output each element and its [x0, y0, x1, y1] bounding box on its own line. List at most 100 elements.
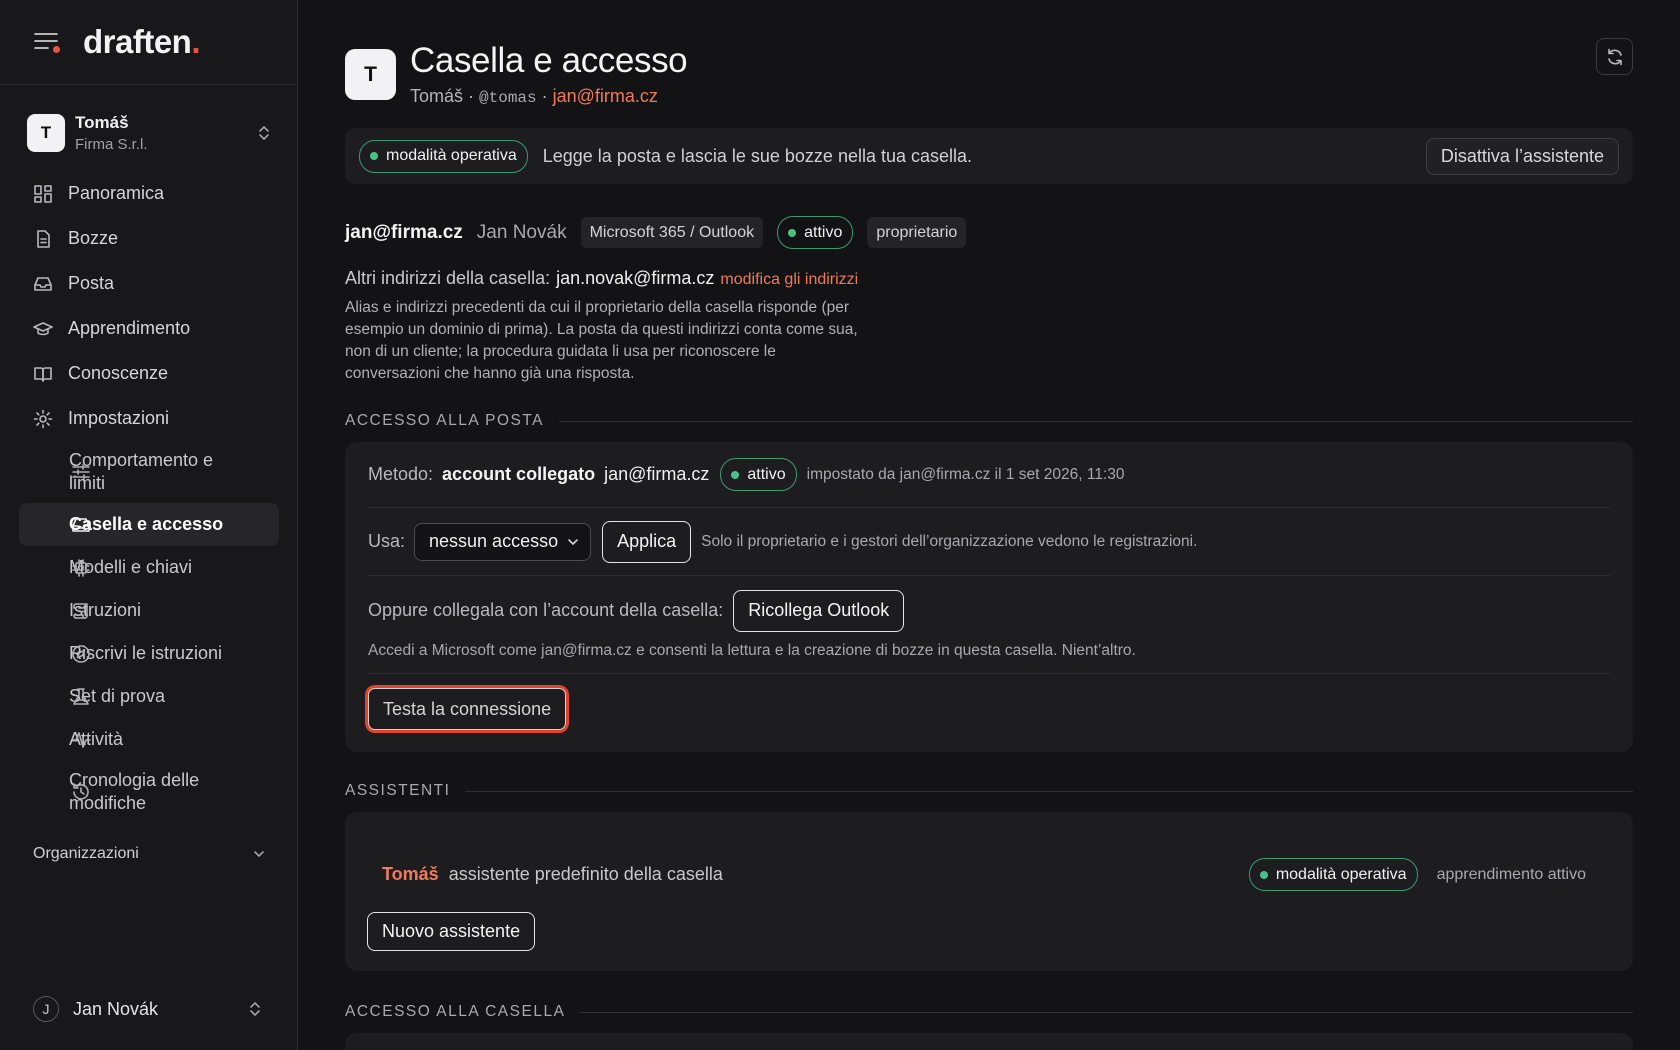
- status-badge: modalità operativa: [359, 139, 528, 173]
- status-badge: attivo: [777, 216, 854, 249]
- mailbox-summary: jan@firma.cz Jan Novák Microsoft 365 / O…: [345, 216, 1633, 249]
- user-avatar: J: [33, 996, 59, 1022]
- inbox-icon: [71, 515, 91, 535]
- mailbox-access-card: [345, 1033, 1633, 1050]
- workspace-name: Tomáš: [75, 113, 129, 132]
- use-label: Usa:: [368, 531, 406, 551]
- header-handle: @tomas: [479, 89, 537, 107]
- apply-button[interactable]: Applica: [602, 520, 692, 563]
- sub-item-comportamento[interactable]: Comportamento e limiti: [19, 441, 279, 503]
- refresh-button[interactable]: [1596, 38, 1633, 75]
- assistants-card: Tomáš assistente predefinito della casel…: [345, 812, 1633, 971]
- flask-icon: [71, 687, 91, 707]
- method-value: account collegato: [442, 464, 596, 484]
- menu-icon[interactable]: [33, 31, 60, 53]
- reconnect-label: Oppure collegala con l’account della cas…: [368, 600, 724, 620]
- sub-item-set-di-prova[interactable]: Set di prova: [19, 675, 279, 718]
- sub-item-label: Comportamento e limiti: [69, 450, 214, 493]
- method-row: Metodo: account collegato jan@firma.cz a…: [368, 442, 1610, 508]
- status-dot: [731, 470, 740, 479]
- mailbox-aliases: Altri indirizzi della casella: jan.novak@…: [345, 268, 1633, 289]
- chevrons-up-down-icon: [247, 999, 263, 1019]
- section-divider: [559, 420, 1633, 422]
- sidebar: draften. T Tomáš Firma S.r.l. Panoramica…: [0, 0, 298, 1050]
- sub-item-riscrivi[interactable]: Riscrivi le istruzioni: [19, 632, 279, 675]
- organizations-toggle[interactable]: Organizzazioni: [33, 845, 266, 863]
- mailbox-email: jan@firma.cz: [345, 221, 463, 243]
- header-avatar: T: [345, 49, 396, 100]
- access-select[interactable]: nessun accesso: [414, 522, 592, 561]
- brand-logo[interactable]: draften.: [83, 23, 200, 61]
- user-menu[interactable]: J Jan Novák: [33, 996, 263, 1022]
- status-dot: [370, 152, 378, 160]
- nav-item-panoramica[interactable]: Panoramica: [0, 171, 297, 216]
- brand-row: draften.: [0, 0, 297, 85]
- nav-item-impostazioni[interactable]: Impostazioni: [0, 396, 297, 441]
- scroll-icon: [71, 601, 91, 621]
- page-title: Casella e accesso: [410, 41, 688, 80]
- gear-icon: [33, 409, 53, 429]
- status-dot: [1259, 870, 1268, 879]
- nav-label: Posta: [68, 273, 115, 293]
- nav-label: Conoscenze: [68, 363, 169, 383]
- chevron-down-icon: [252, 847, 266, 861]
- nav-item-bozze[interactable]: Bozze: [0, 216, 297, 261]
- sub-item-casella[interactable]: Casella e accesso: [19, 503, 279, 546]
- section-mail-access: ACCESSO ALLA POSTA: [345, 412, 1633, 430]
- method-label: Metodo:: [368, 464, 434, 484]
- disable-assistant-button[interactable]: Disattiva l’assistente: [1425, 137, 1619, 175]
- chevrons-up-down-icon: [256, 123, 272, 143]
- test-row: Testa la connessione: [368, 674, 1610, 744]
- sub-item-istruzioni[interactable]: Istruzioni: [19, 589, 279, 632]
- nav-item-conoscenze[interactable]: Conoscenze: [0, 351, 297, 396]
- banner-text: Legge la posta e lascia le sue bozze nel…: [542, 145, 973, 166]
- sub-item-modelli[interactable]: Modelli e chiavi: [19, 546, 279, 589]
- sub-item-label: Casella e accesso: [69, 514, 224, 534]
- notification-dot: [53, 46, 60, 53]
- aliases-value: jan.novak@firma.cz: [556, 268, 715, 288]
- nav-item-apprendimento[interactable]: Apprendimento: [0, 306, 297, 351]
- learning-status: apprendimento attivo: [1436, 865, 1586, 883]
- dashboard-icon: [33, 184, 53, 204]
- new-assistant-button[interactable]: Nuovo assistente: [367, 912, 536, 951]
- section-divider: [580, 1011, 1633, 1013]
- aliases-help: Alias e indirizzi precedenti da cui il p…: [345, 299, 858, 382]
- user-name: Jan Novák: [73, 998, 159, 1019]
- section-mailbox-access: ACCESSO ALLA CASELLA: [345, 1003, 1633, 1021]
- nav-label: Impostazioni: [68, 408, 170, 428]
- header-email[interactable]: jan@firma.cz: [553, 86, 658, 106]
- status-dot: [788, 228, 797, 237]
- sub-item-label: Riscrivi le istruzioni: [69, 643, 223, 663]
- book-icon: [33, 364, 53, 384]
- sub-item-cronologia[interactable]: Cronologia delle modifiche: [19, 761, 279, 823]
- reconnect-note: Accedi a Microsoft come jan@firma.cz e c…: [368, 641, 1136, 659]
- assistant-row[interactable]: Tomáš assistente predefinito della casel…: [367, 858, 1610, 891]
- mail-access-card: Metodo: account collegato jan@firma.cz a…: [345, 442, 1633, 752]
- main-nav: Panoramica Bozze Posta Apprendimento Con…: [0, 171, 297, 823]
- method-email: jan@firma.cz: [604, 464, 710, 484]
- assistant-name: Tomáš: [382, 864, 439, 884]
- page-subtitle: Tomáš · @tomas · jan@firma.cz: [410, 86, 658, 107]
- role-tag: proprietario: [867, 217, 967, 248]
- provider-tag: Microsoft 365 / Outlook: [580, 217, 764, 248]
- status-badge: attivo: [720, 458, 797, 491]
- main-content: T Casella e accesso Tomáš · @tomas · jan…: [345, 0, 1633, 1050]
- document-icon: [33, 229, 53, 249]
- edit-aliases-link[interactable]: modifica gli indirizzi: [720, 271, 858, 288]
- sub-item-attivita[interactable]: Attività: [19, 718, 279, 761]
- workspace-switcher[interactable]: T Tomáš Firma S.r.l.: [27, 113, 272, 153]
- mailbox-owner: Jan Novák: [476, 221, 567, 243]
- test-connection-button[interactable]: Testa la connessione: [368, 688, 567, 730]
- method-note: impostato da jan@firma.cz il 1 set 2026,…: [806, 465, 1125, 483]
- organizations-label: Organizzazioni: [33, 845, 139, 862]
- history-icon: [71, 782, 91, 802]
- activity-icon: [71, 730, 91, 750]
- nav-item-posta[interactable]: Posta: [0, 261, 297, 306]
- aliases-label: Altri indirizzi della casella:: [345, 268, 551, 288]
- reconnect-outlook-button[interactable]: Ricollega Outlook: [733, 589, 905, 632]
- assistant-status-banner: modalità operativa Legge la posta e lasc…: [345, 128, 1633, 184]
- compass-icon: [71, 644, 91, 664]
- sliders-icon: [71, 462, 91, 482]
- use-note: Solo il proprietario e i gestori dell’or…: [701, 532, 1198, 550]
- sub-item-label: Cronologia delle modifiche: [69, 770, 200, 813]
